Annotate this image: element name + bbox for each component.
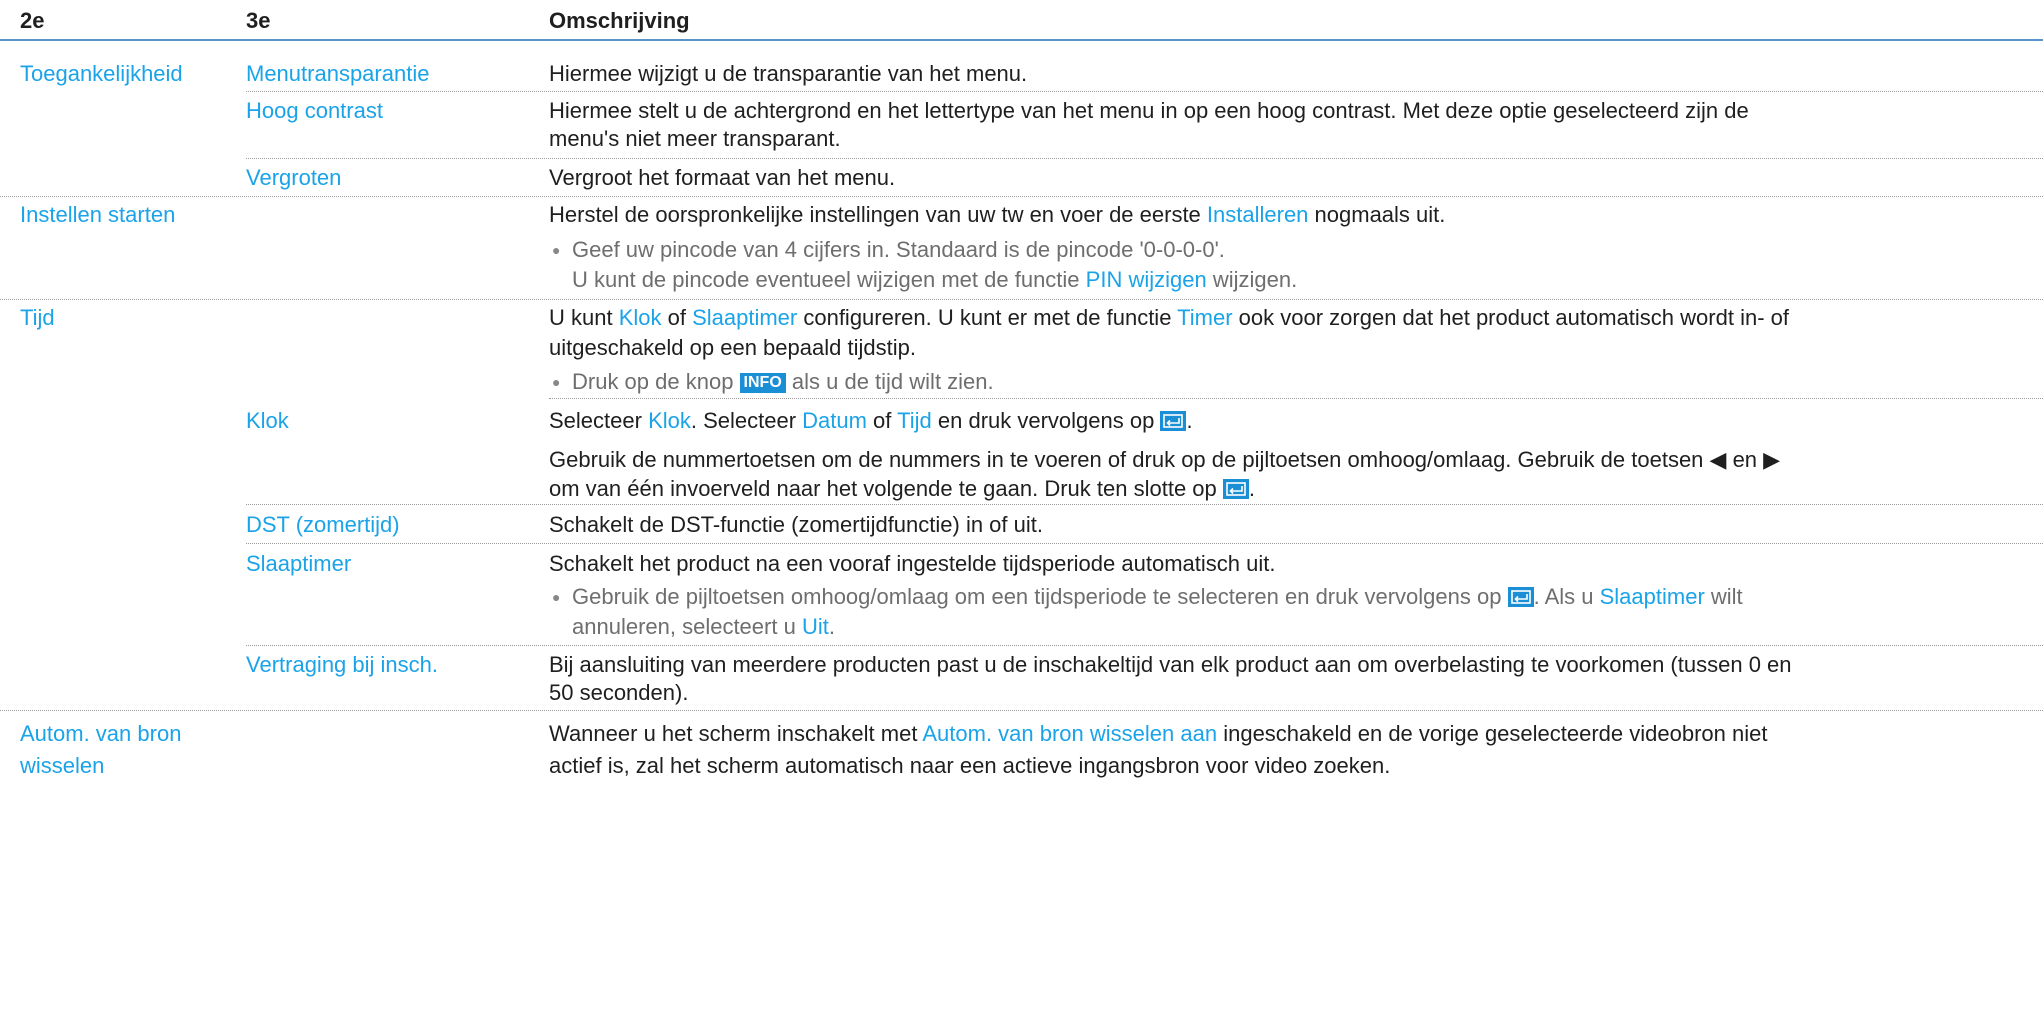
pincode-note-line2: U kunt de pincode eventueel wijzigen met…: [572, 266, 1297, 294]
row-separator: [246, 543, 2043, 544]
text: .: [828, 614, 835, 639]
row-separator: [246, 645, 2043, 646]
table-header: 2e 3e Omschrijving: [0, 0, 2043, 40]
tijd-description-line2: uitgeschakeld op een bepaald tijdstip.: [549, 335, 916, 360]
row-separator: [0, 196, 2043, 197]
uit-link[interactable]: Uit: [802, 614, 829, 639]
info-button-badge: INFO: [739, 373, 786, 393]
header-col-2e: 2e: [20, 8, 45, 33]
row-separator: [549, 398, 2043, 399]
slaaptimer-note-line2: annuleren, selecteert u Uit.: [572, 613, 835, 641]
text: of: [866, 408, 898, 433]
klok-link[interactable]: Klok: [648, 408, 691, 433]
text: Selecteer: [549, 408, 649, 433]
header-col-3e: 3e: [246, 8, 271, 33]
vertraging-description-line1: Bij aansluiting van meerdere producten p…: [549, 652, 1792, 677]
row-tijd-label[interactable]: Tijd: [20, 304, 55, 332]
installeren-link[interactable]: Installeren: [1207, 202, 1309, 227]
text: als u de tijd wilt zien.: [785, 369, 994, 394]
timer-link[interactable]: Timer: [1177, 305, 1232, 330]
hoog-contrast-description-line2: menu's niet meer transparant.: [549, 126, 841, 151]
row-separator: [0, 710, 2043, 711]
pin-wijzigen-link[interactable]: PIN wijzigen: [1086, 267, 1207, 292]
text: U kunt: [549, 305, 619, 330]
text: wijzigen.: [1206, 267, 1298, 292]
slaaptimer-note-line1: Gebruik de pijltoetsen omhoog/omlaag om …: [572, 583, 1743, 611]
autom-bron-description-line1: Wanneer u het scherm inschakelt met Auto…: [549, 720, 1767, 748]
text: Herstel de oorspronkelijke instellingen …: [549, 202, 1207, 227]
row-separator: [0, 299, 2043, 300]
autom-bron-description-line2: actief is, zal het scherm automatisch na…: [549, 753, 1391, 778]
enter-key-icon: [1160, 411, 1187, 431]
klok-link[interactable]: Klok: [619, 305, 662, 330]
dst-zomertijd-link[interactable]: DST (zomertijd): [246, 511, 400, 539]
row-autom-van-bron-wisselen-label-line2[interactable]: wisselen: [20, 752, 104, 780]
text: nogmaals uit.: [1308, 202, 1446, 227]
text: .: [1248, 476, 1256, 501]
text: Druk op de knop: [572, 369, 740, 394]
slaaptimer-description: Schakelt het product na een vooraf inges…: [549, 551, 1276, 576]
enter-key-icon: [1507, 587, 1534, 607]
row-separator: [246, 504, 2043, 505]
instellen-starten-description: Herstel de oorspronkelijke instellingen …: [549, 201, 1445, 229]
slaaptimer-link[interactable]: Slaaptimer: [692, 305, 797, 330]
vergroten-description: Vergroot het formaat van het menu.: [549, 165, 896, 190]
info-note: Druk op de knop INFO als u de tijd wilt …: [572, 368, 994, 396]
text: wilt: [1704, 584, 1743, 609]
header-rule: [0, 39, 2043, 41]
text: annuleren, selecteert u: [572, 614, 802, 639]
text: en druk vervolgens op: [931, 408, 1161, 433]
slaaptimer-row-label[interactable]: Slaaptimer: [246, 550, 351, 578]
text: . Als u: [1533, 584, 1600, 609]
menutransparantie-link[interactable]: Menutransparantie: [246, 60, 429, 88]
vertraging-bij-insch-link[interactable]: Vertraging bij insch.: [246, 651, 438, 679]
autom-van-bron-wisselen-aan-link[interactable]: Autom. van bron wisselen aan: [922, 721, 1217, 746]
bullet-icon: ●: [552, 374, 561, 390]
row-toegankelijkheid-label[interactable]: Toegankelijkheid: [20, 60, 183, 88]
klok-row-label[interactable]: Klok: [246, 407, 289, 435]
pincode-note-line1: Geef uw pincode van 4 cijfers in. Standa…: [572, 237, 1225, 262]
hoog-contrast-description-line1: Hiermee stelt u de achtergrond en het le…: [549, 98, 1749, 123]
vertraging-description-line2: 50 seconden).: [549, 680, 689, 705]
text: configureren. U kunt er met de functie: [797, 305, 1178, 330]
tijd-description-line1: U kunt Klok of Slaaptimer configureren. …: [549, 304, 1789, 332]
text: ook voor zorgen dat het product automati…: [1232, 305, 1789, 330]
vergroten-link[interactable]: Vergroten: [246, 164, 341, 192]
bullet-icon: ●: [552, 242, 561, 258]
row-separator: [246, 91, 2043, 92]
text: . Selecteer: [690, 408, 803, 433]
klok-description-line2: Gebruik de nummertoetsen om de nummers i…: [549, 447, 1781, 472]
header-col-omschrijving: Omschrijving: [549, 8, 690, 33]
tijd-link[interactable]: Tijd: [897, 408, 932, 433]
datum-link[interactable]: Datum: [802, 408, 867, 433]
row-separator: [246, 158, 2043, 159]
hoog-contrast-link[interactable]: Hoog contrast: [246, 97, 383, 125]
text: ingeschakeld en de vorige geselecteerde …: [1217, 721, 1768, 746]
slaaptimer-link[interactable]: Slaaptimer: [1600, 584, 1705, 609]
text: U kunt de pincode eventueel wijzigen met…: [572, 267, 1086, 292]
bullet-icon: ●: [552, 589, 561, 605]
text: om van één invoerveld naar het volgende …: [549, 476, 1223, 501]
text: of: [661, 305, 693, 330]
klok-description-line3: om van één invoerveld naar het volgende …: [549, 475, 1255, 503]
klok-description-line1: Selecteer Klok. Selecteer Datum of Tijd …: [549, 407, 1193, 435]
row-instellen-starten-label[interactable]: Instellen starten: [20, 201, 175, 229]
text: Gebruik de pijltoetsen omhoog/omlaag om …: [572, 584, 1508, 609]
menutransparantie-description: Hiermee wijzigt u de transparantie van h…: [549, 61, 1028, 86]
text: Wanneer u het scherm inschakelt met: [549, 721, 923, 746]
enter-key-icon: [1222, 479, 1249, 499]
row-autom-van-bron-wisselen-label-line1[interactable]: Autom. van bron: [20, 720, 181, 748]
text: .: [1186, 408, 1193, 433]
dst-description: Schakelt de DST-functie (zomertijdfuncti…: [549, 512, 1043, 537]
